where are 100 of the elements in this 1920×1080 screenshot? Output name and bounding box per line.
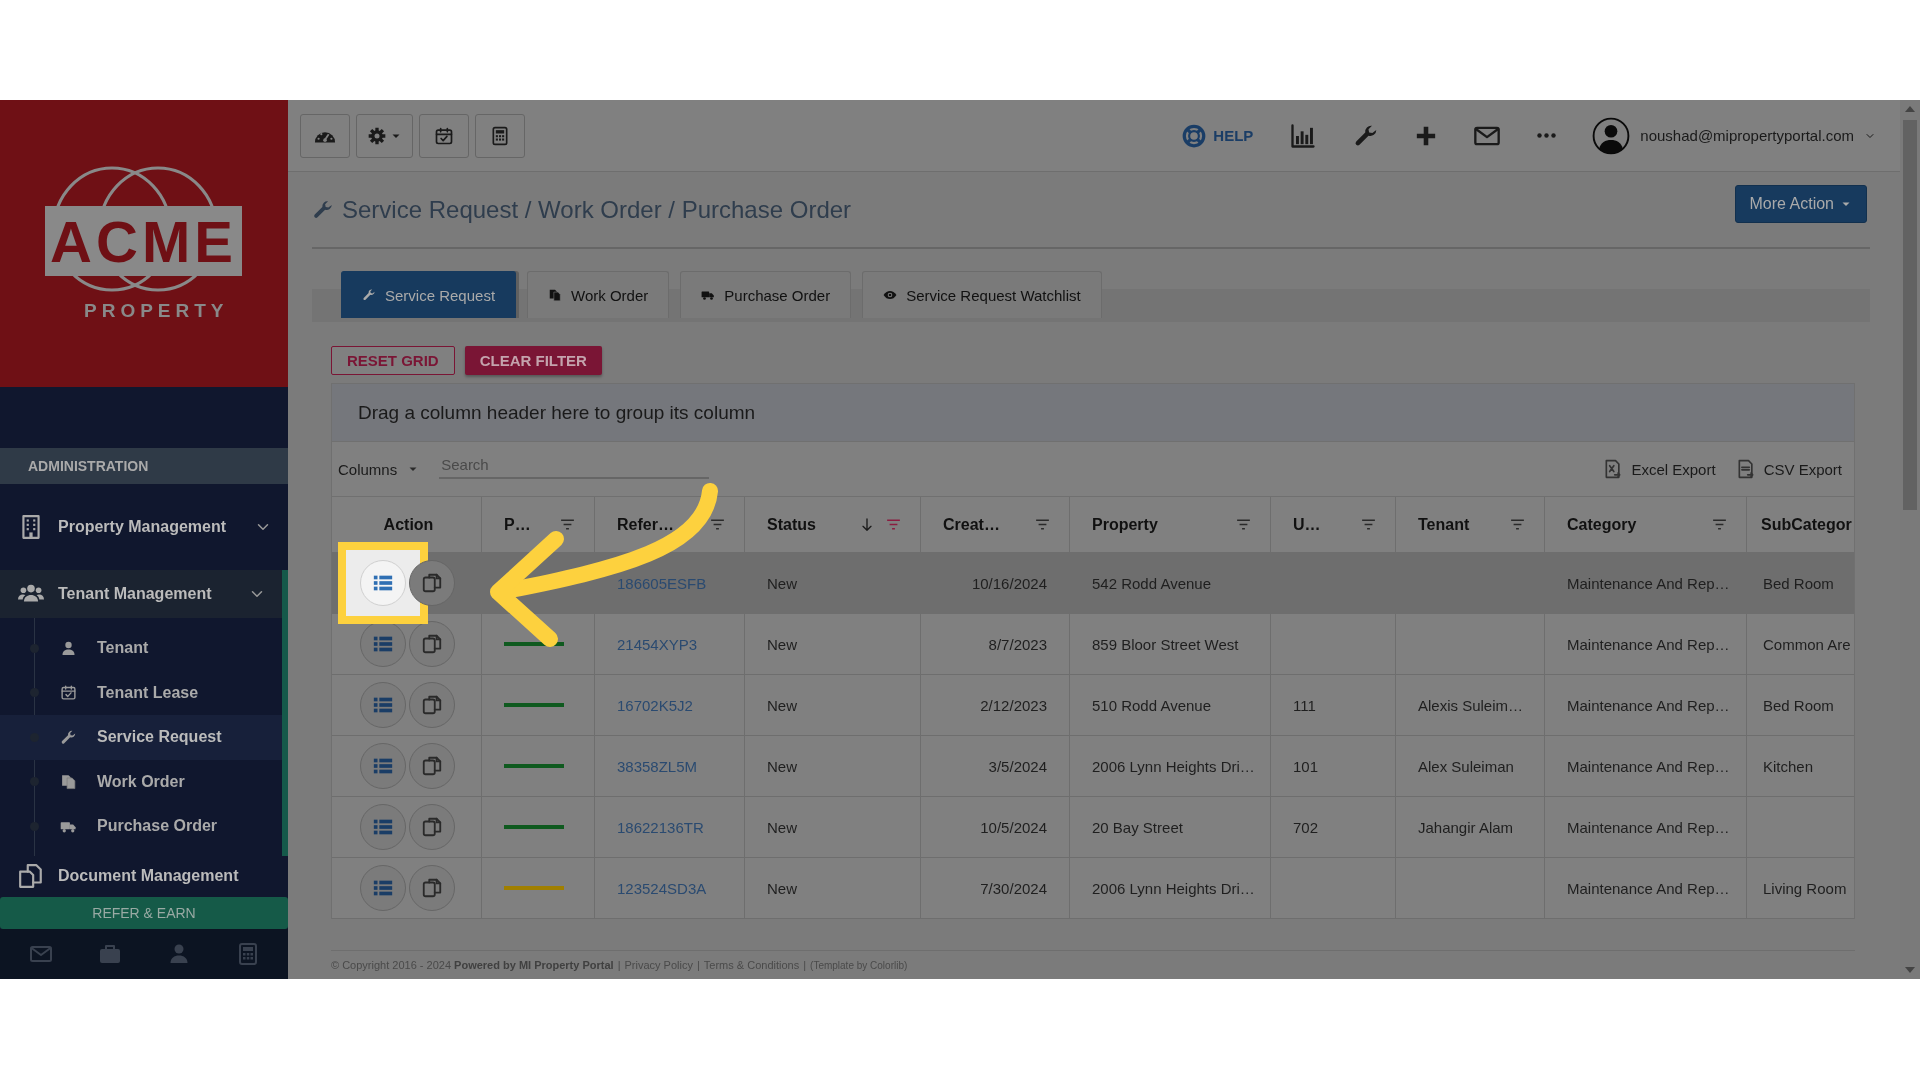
calculator-button[interactable] [475, 113, 525, 158]
tree-dot-icon [30, 777, 39, 787]
table-row[interactable]: 186605ESFB New 10/16/2024 542 Rodd Avenue Maintenance And Rep… Bed Room [332, 553, 1854, 614]
tab[interactable]: Service Request Watchlist [862, 271, 1102, 318]
help-button[interactable]: HELP [1181, 122, 1254, 149]
table-cell: Maintenance And Rep… [1567, 757, 1730, 775]
table-cell: New [767, 757, 797, 775]
column-header[interactable]: Creat… [943, 515, 1000, 534]
filter-button[interactable] [885, 516, 902, 533]
sidebar-group[interactable]: Tenant Management [0, 570, 288, 618]
table-cell: Bed Room [1763, 574, 1834, 592]
calculator-icon [490, 125, 510, 146]
separator: | [803, 959, 807, 971]
column-header[interactable]: SubCategor [1761, 515, 1852, 534]
column-header[interactable]: P… [504, 515, 531, 534]
copy-icon [421, 816, 443, 838]
sidebar-item[interactable]: Tenant [0, 626, 282, 671]
table-cell: Kitchen [1763, 757, 1814, 775]
column-header[interactable]: Tenant [1418, 515, 1470, 534]
filter-icon [559, 516, 576, 533]
tab[interactable]: Work Order [527, 271, 670, 318]
briefcase-icon [97, 942, 122, 966]
table-cell: 101 [1293, 757, 1319, 775]
filter-button[interactable] [709, 516, 726, 533]
table-cell: Living Room [1763, 879, 1847, 897]
reference-link[interactable]: 38358ZL5M [617, 757, 698, 775]
table-cell: New [767, 696, 797, 714]
table-row[interactable]: 18622136TR New 10/5/2024 20 Bay Street 702 Jahangir Alam Maintenance And Rep… [332, 797, 1854, 858]
tree-dot-icon [30, 688, 39, 698]
settings-button[interactable] [356, 113, 413, 158]
column-header[interactable]: Action [383, 515, 434, 534]
table-cell: 510 Rodd Avenue [1092, 696, 1211, 714]
table-row[interactable]: 123524SD3A New 7/30/2024 2006 Lynn Heights Dri… Maintenance And Rep… Living Room [332, 858, 1854, 919]
table-cell: 3/5/2024 [988, 757, 1047, 775]
calendar-check-icon [434, 125, 454, 146]
wrench-icon [362, 288, 376, 302]
document-icon [60, 773, 77, 791]
tab[interactable]: Purchase Order [680, 271, 852, 318]
clear-filter-button[interactable]: CLEAR FILTER [464, 346, 602, 375]
sidebar-item[interactable]: Purchase Order [0, 804, 282, 849]
tab[interactable]: Service Request [341, 271, 517, 318]
more-action-button[interactable]: More Action [1734, 185, 1867, 223]
table-cell: 7/30/2024 [980, 879, 1047, 897]
sidebar-group[interactable]: Property Management [0, 484, 288, 570]
reference-link[interactable]: 18622136TR [617, 818, 704, 836]
group-drop-zone[interactable]: Drag a column header here to group its column [331, 383, 1855, 442]
refer-button[interactable]: REFER & EARN [0, 896, 288, 929]
sidebar-item[interactable]: Work Order [0, 759, 282, 804]
reference-link[interactable]: 16702K5J2 [617, 696, 693, 714]
filter-button[interactable] [1360, 516, 1377, 533]
calendar-check-icon [60, 684, 77, 702]
table-cell: New [767, 879, 797, 897]
sidebar-item[interactable]: Tenant Lease [0, 670, 282, 715]
wrench-icon [60, 728, 77, 746]
table-row[interactable]: 38358ZL5M New 3/5/2024 2006 Lynn Heights Dri… 101 Alex Suleiman Maintenance And Rep… Kitchen [332, 736, 1854, 797]
filter-icon [885, 516, 902, 533]
table-cell: 2006 Lynn Heights Dri… [1092, 879, 1255, 897]
columns-menu[interactable]: Columns [338, 460, 420, 478]
filter-icon [1235, 516, 1252, 533]
filter-button[interactable] [1235, 516, 1252, 533]
filter-button[interactable] [1711, 516, 1728, 533]
documents-icon [18, 863, 44, 889]
more-icon [1537, 133, 1557, 138]
reset-grid-button[interactable]: RESET GRID [331, 346, 455, 375]
filter-button[interactable] [1034, 516, 1051, 533]
table-cell: 10/16/2024 [971, 574, 1047, 592]
copy-icon [421, 694, 443, 716]
calendar-button[interactable] [419, 113, 469, 158]
dashboard-button[interactable] [300, 113, 350, 158]
table-cell: New [767, 635, 797, 653]
avatar-icon [1592, 116, 1631, 155]
table-cell: 859 Bloor Street West [1092, 635, 1239, 653]
table-row[interactable]: 16702K5J2 New 2/12/2023 510 Rodd Avenue 111 Alexis Suleim… Maintenance And Rep… Bed Room [332, 675, 1854, 736]
table-cell: Maintenance And Rep… [1567, 574, 1730, 592]
reference-link[interactable]: 21454XYP3 [617, 635, 698, 653]
filter-button[interactable] [1509, 516, 1526, 533]
table-cell: Bed Room [1763, 696, 1834, 714]
copy-button[interactable] [409, 621, 455, 667]
wrench-icon [312, 198, 334, 221]
column-header[interactable]: Refer… [617, 515, 674, 534]
table-cell: New [767, 818, 797, 836]
reference-link[interactable]: 123524SD3A [617, 879, 707, 897]
copy-icon [421, 755, 443, 777]
table-cell: New [767, 574, 797, 592]
table-cell: Alexis Suleim… [1418, 696, 1524, 714]
details-button[interactable] [360, 621, 406, 667]
column-header[interactable]: Status [767, 515, 816, 534]
column-header[interactable]: U… [1293, 515, 1321, 534]
column-header[interactable]: Property [1092, 515, 1158, 534]
tree-dot-icon [30, 643, 39, 653]
sidebar-group[interactable]: Document Management [0, 855, 288, 897]
filter-button[interactable] [559, 516, 576, 533]
column-header[interactable]: Category [1567, 515, 1637, 534]
logo-wordmark: ACME [45, 206, 242, 276]
csv-export-button[interactable]: CSV Export [1735, 459, 1842, 479]
excel-export-button[interactable]: Excel Export [1603, 459, 1716, 479]
table-cell: Maintenance And Rep… [1567, 696, 1730, 714]
table-cell: Jahangir Alam [1418, 818, 1514, 836]
user-menu[interactable]: noushad@mipropertyportal.com [1592, 116, 1876, 155]
sidebar-item[interactable]: Service Request [0, 715, 282, 760]
